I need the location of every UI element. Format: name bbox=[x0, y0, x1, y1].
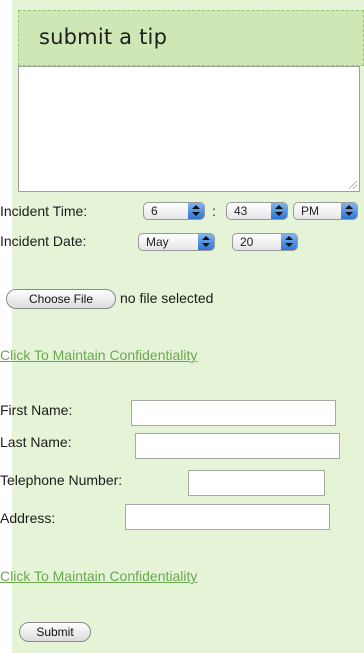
tip-header: submit a tip bbox=[18, 10, 364, 66]
incident-ampm-value: PM bbox=[301, 204, 319, 218]
incident-minute-select[interactable]: 43 bbox=[226, 202, 288, 220]
tip-textarea[interactable] bbox=[18, 66, 360, 192]
incident-hour-select[interactable]: 6 bbox=[143, 202, 205, 220]
incident-month-select[interactable]: May bbox=[138, 233, 215, 251]
submit-button[interactable]: Submit bbox=[19, 622, 91, 642]
last-name-input[interactable] bbox=[135, 433, 340, 459]
time-separator: : bbox=[212, 203, 216, 219]
address-label: Address: bbox=[0, 510, 56, 526]
incident-day-select[interactable]: 20 bbox=[232, 233, 298, 251]
incident-ampm-select[interactable]: PM bbox=[293, 202, 358, 220]
stepper-arrows-icon bbox=[341, 203, 357, 219]
last-name-label: Last Name: bbox=[0, 434, 72, 450]
stepper-arrows-icon bbox=[271, 203, 287, 219]
first-name-input[interactable] bbox=[131, 400, 336, 426]
telephone-label: Telephone Number: bbox=[0, 472, 123, 488]
file-status: no file selected bbox=[120, 290, 214, 306]
stepper-arrows-icon bbox=[281, 234, 297, 250]
address-input[interactable] bbox=[125, 504, 330, 530]
resize-grip-icon[interactable] bbox=[349, 181, 357, 189]
telephone-input[interactable] bbox=[188, 470, 325, 496]
incident-minute-value: 43 bbox=[234, 204, 248, 218]
incident-time-label: Incident Time: bbox=[0, 203, 88, 219]
stepper-arrows-icon bbox=[188, 203, 204, 219]
page-title: submit a tip bbox=[39, 25, 168, 49]
incident-date-label: Incident Date: bbox=[0, 233, 87, 249]
first-name-label: First Name: bbox=[0, 402, 73, 418]
choose-file-button[interactable]: Choose File bbox=[6, 289, 116, 309]
incident-hour-value: 6 bbox=[151, 204, 158, 218]
stepper-arrows-icon bbox=[198, 234, 214, 250]
tip-panel: submit a tip Incident Time: 6 : 43 PM In… bbox=[0, 0, 364, 653]
maintain-confidentiality-link-top[interactable]: Click To Maintain Confidentiality bbox=[0, 347, 197, 363]
incident-month-value: May bbox=[146, 235, 169, 249]
maintain-confidentiality-link-bottom[interactable]: Click To Maintain Confidentiality bbox=[0, 568, 197, 584]
incident-day-value: 20 bbox=[240, 235, 254, 249]
